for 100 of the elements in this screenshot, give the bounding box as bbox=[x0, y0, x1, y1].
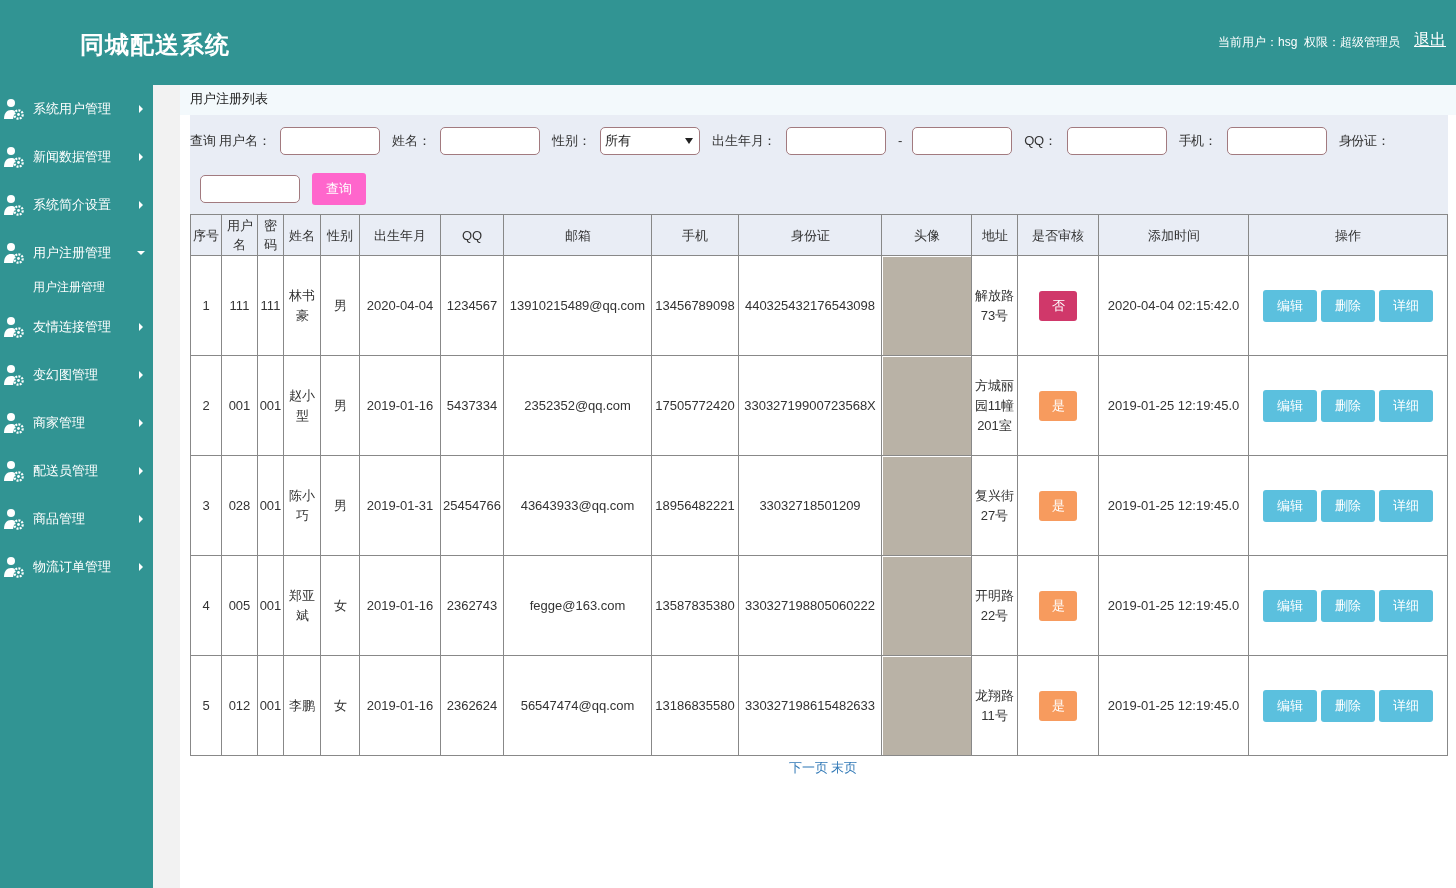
filter-input[interactable] bbox=[1226, 127, 1327, 155]
user-gear-icon bbox=[3, 194, 25, 216]
table-cell: 18956482221 bbox=[651, 455, 739, 556]
table-cell: 56547474@qq.com bbox=[503, 655, 652, 756]
table-cell: 1 bbox=[190, 255, 222, 356]
table-cell: 2019-01-16 bbox=[359, 555, 441, 656]
user-gear-icon bbox=[3, 364, 25, 386]
filter-label: 用户名： bbox=[219, 132, 271, 150]
table-cell: 005 bbox=[221, 555, 258, 656]
action-button[interactable]: 删除 bbox=[1321, 589, 1375, 622]
filter-label: QQ： bbox=[1024, 132, 1057, 150]
approval-button[interactable]: 是 bbox=[1039, 490, 1077, 521]
table-cell: 2019-01-25 12:19:45.0 bbox=[1098, 455, 1249, 556]
filter-input[interactable] bbox=[440, 127, 541, 155]
table-cell: 43643933@qq.com bbox=[503, 455, 652, 556]
sidebar-item[interactable]: 用户注册管理 bbox=[0, 229, 153, 277]
approval-button[interactable]: 是 bbox=[1039, 690, 1077, 721]
table-cell: 111 bbox=[257, 255, 284, 356]
action-button[interactable]: 编辑 bbox=[1263, 289, 1317, 322]
sidebar-subitem[interactable]: 用户注册管理 bbox=[0, 277, 153, 303]
table-cell: 330327198805060222 bbox=[738, 555, 882, 656]
table-cell: 林书豪 bbox=[283, 255, 321, 356]
table-cell: 李鹏 bbox=[283, 655, 321, 756]
action-button[interactable]: 详细 bbox=[1379, 689, 1433, 722]
user-gear-icon bbox=[3, 98, 25, 120]
table-cell: 赵小型 bbox=[283, 355, 321, 456]
filter-label: 出生年月： bbox=[712, 132, 776, 150]
approval-button[interactable]: 是 bbox=[1039, 590, 1077, 621]
approval-button[interactable]: 否 bbox=[1039, 290, 1077, 321]
sidebar-item[interactable]: 物流订单管理 bbox=[0, 543, 153, 591]
table-cell: 4 bbox=[190, 555, 222, 656]
column-header: QQ bbox=[440, 214, 504, 256]
action-button[interactable]: 编辑 bbox=[1263, 589, 1317, 622]
date-from-input[interactable] bbox=[785, 127, 886, 155]
sidebar-item[interactable]: 商家管理 bbox=[0, 399, 153, 447]
table-cell: 001 bbox=[257, 455, 284, 556]
column-header: 身份证 bbox=[738, 214, 882, 256]
column-header: 序号 bbox=[190, 214, 222, 256]
sidebar-item[interactable]: 友情连接管理 bbox=[0, 303, 153, 351]
action-button[interactable]: 详细 bbox=[1379, 589, 1433, 622]
gender-select[interactable]: 所有 bbox=[600, 127, 701, 155]
table-cell: 龙翔路11号 bbox=[971, 655, 1018, 756]
sidebar-item[interactable]: 商品管理 bbox=[0, 495, 153, 543]
action-button[interactable]: 删除 bbox=[1321, 289, 1375, 322]
filter-input[interactable] bbox=[200, 175, 300, 203]
column-header: 密码 bbox=[257, 214, 284, 256]
date-to-input[interactable] bbox=[912, 127, 1013, 155]
action-button[interactable]: 删除 bbox=[1321, 389, 1375, 422]
table-cell: 郑亚斌 bbox=[283, 555, 321, 656]
action-button[interactable]: 删除 bbox=[1321, 489, 1375, 522]
filter-label: 手机： bbox=[1178, 132, 1217, 150]
user-gear-icon bbox=[3, 460, 25, 482]
user-gear-icon bbox=[3, 316, 25, 338]
column-header: 邮箱 bbox=[503, 214, 652, 256]
table-cell: 440325432176543098 bbox=[738, 255, 882, 356]
table-cell: 028 bbox=[221, 455, 258, 556]
sidebar-item[interactable]: 新闻数据管理 bbox=[0, 133, 153, 181]
caret-right-icon bbox=[137, 467, 145, 475]
table-cell: 111 bbox=[221, 255, 258, 356]
pagination-link[interactable]: 末页 bbox=[831, 760, 858, 775]
table-cell: 1234567 bbox=[440, 255, 504, 356]
user-info: 当前用户：hsg 权限：超级管理员 bbox=[1218, 34, 1400, 51]
sidebar-item[interactable]: 配送员管理 bbox=[0, 447, 153, 495]
table-cell: 330327198615482633 bbox=[738, 655, 882, 756]
column-header: 手机 bbox=[651, 214, 739, 256]
column-header: 姓名 bbox=[283, 214, 321, 256]
user-gear-icon bbox=[3, 146, 25, 168]
filter-input[interactable] bbox=[1066, 127, 1167, 155]
table-cell: 2020-04-04 02:15:42.0 bbox=[1098, 255, 1249, 356]
action-button[interactable]: 编辑 bbox=[1263, 389, 1317, 422]
sidebar-item[interactable]: 系统用户管理 bbox=[0, 85, 153, 133]
table-cell: 2352352@qq.com bbox=[503, 355, 652, 456]
action-button[interactable]: 详细 bbox=[1379, 389, 1433, 422]
pagination-link[interactable]: 下一页 bbox=[788, 760, 828, 775]
filter-input[interactable] bbox=[280, 127, 381, 155]
column-header: 用户名 bbox=[221, 214, 258, 256]
sidebar-item[interactable]: 变幻图管理 bbox=[0, 351, 153, 399]
table-cell: 女 bbox=[320, 555, 360, 656]
table-cell: 13456789098 bbox=[651, 255, 739, 356]
action-button[interactable]: 编辑 bbox=[1263, 689, 1317, 722]
logout-link[interactable]: 退出 bbox=[1414, 30, 1446, 51]
action-button[interactable]: 详细 bbox=[1379, 489, 1433, 522]
action-button[interactable]: 详细 bbox=[1379, 289, 1433, 322]
table-cell: 33032719900723568X bbox=[738, 355, 882, 456]
table-cell: 方城丽园11幢201室 bbox=[971, 355, 1018, 456]
table-cell: 13587835380 bbox=[651, 555, 739, 656]
sidebar-item[interactable]: 系统简介设置 bbox=[0, 181, 153, 229]
search-button[interactable]: 查询 bbox=[312, 173, 366, 205]
caret-right-icon bbox=[137, 515, 145, 523]
caret-right-icon bbox=[137, 419, 145, 427]
action-button[interactable]: 删除 bbox=[1321, 689, 1375, 722]
user-gear-icon bbox=[3, 242, 25, 264]
query-label: 查询 bbox=[190, 132, 216, 150]
user-gear-icon bbox=[3, 556, 25, 578]
approval-button[interactable]: 是 bbox=[1039, 390, 1077, 421]
table-cell: 女 bbox=[320, 655, 360, 756]
action-button[interactable]: 编辑 bbox=[1263, 489, 1317, 522]
caret-down-icon bbox=[137, 249, 145, 257]
table-cell: 13186835580 bbox=[651, 655, 739, 756]
caret-right-icon bbox=[137, 105, 145, 113]
